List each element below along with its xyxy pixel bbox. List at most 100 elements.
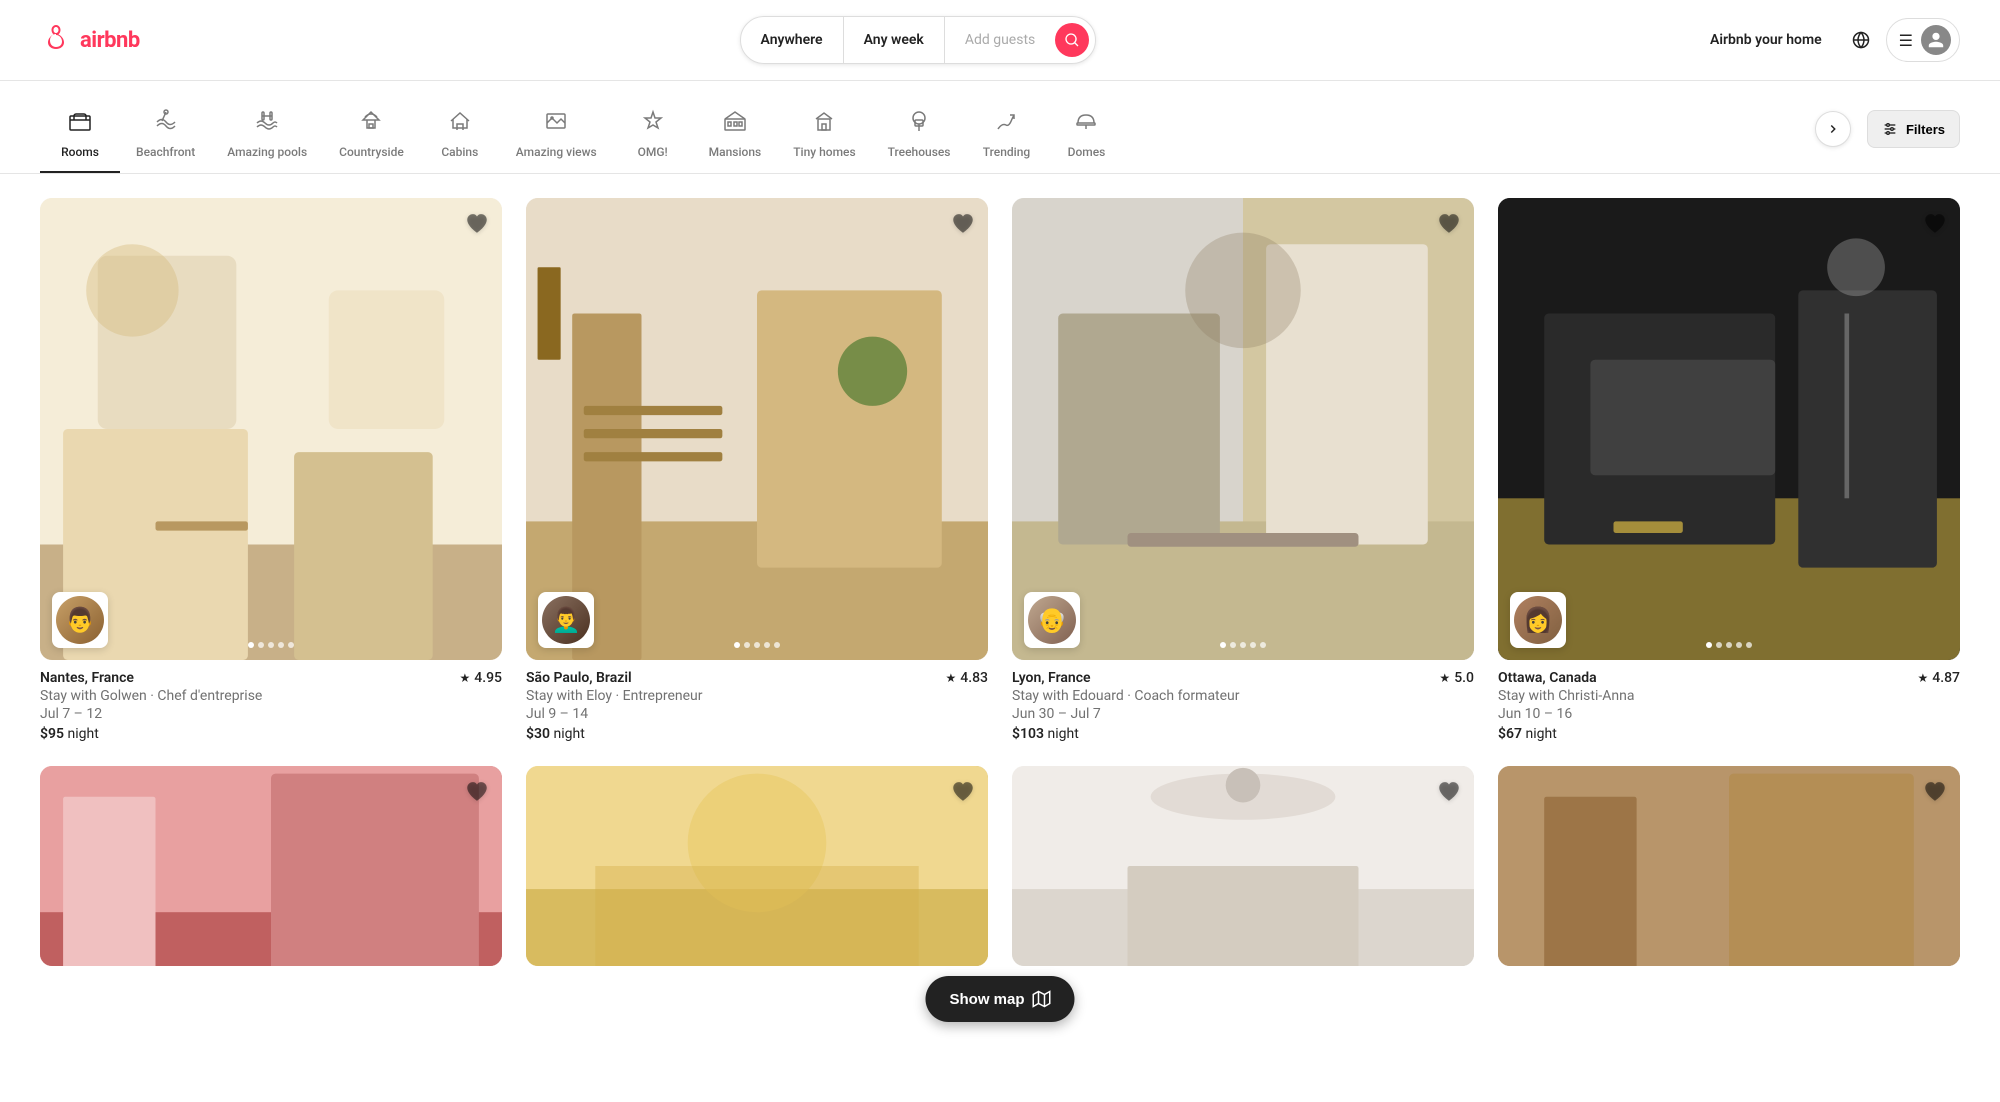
wishlist-button-lyon[interactable] (1436, 210, 1462, 239)
show-map-button[interactable]: Show map (925, 976, 1074, 1022)
wishlist-button-row2a[interactable] (464, 778, 490, 807)
category-rooms[interactable]: Rooms (40, 97, 120, 173)
search-bar: Anywhere Any week Add guests (740, 16, 1097, 64)
wishlist-button-row2b[interactable] (950, 778, 976, 807)
header: airbnb Anywhere Any week Add guests Airb… (0, 0, 2000, 81)
host-avatar-image: 👨 (56, 596, 104, 644)
filters-button[interactable]: Filters (1867, 110, 1960, 148)
language-button[interactable] (1844, 23, 1878, 57)
category-tiny-homes[interactable]: Tiny homes (777, 97, 871, 173)
host-avatar-nantes: 👨 (52, 592, 108, 648)
search-button[interactable] (1055, 23, 1089, 57)
card-location-saopaulo: São Paulo, Brazil (526, 670, 632, 686)
category-mansions[interactable]: Mansions (693, 97, 778, 173)
logo-text: airbnb (80, 28, 140, 53)
card-image-wrapper: 👩 (1498, 198, 1960, 660)
heart-icon (950, 210, 976, 236)
listing-card-row2b[interactable] (526, 766, 988, 966)
star-icon: ★ (945, 671, 956, 685)
cabins-icon (448, 109, 472, 139)
rating-value: 4.95 (474, 670, 502, 686)
image-dots (1706, 642, 1752, 648)
price-unit: night (1047, 726, 1078, 742)
map-icon (1033, 990, 1051, 1008)
omg-icon (641, 109, 665, 139)
logo[interactable]: airbnb (40, 24, 140, 56)
listing-card-lyon[interactable]: 👴 Lyon, France ★ 5.0 (1012, 198, 1474, 742)
location-search[interactable]: Anywhere (741, 17, 844, 63)
card-image-nantes (40, 198, 502, 660)
category-amazing-views[interactable]: Amazing views (500, 97, 613, 173)
rooms-icon (68, 109, 92, 139)
omg-label: OMG! (638, 145, 668, 159)
listing-card-row2a[interactable] (40, 766, 502, 966)
card-host-lyon: Stay with Edouard · Coach formateur (1012, 688, 1474, 704)
wishlist-button-ottawa[interactable] (1922, 210, 1948, 239)
listing-card-row2d[interactable] (1498, 766, 1960, 966)
category-next-arrow[interactable] (1815, 111, 1851, 147)
card-image-row2d (1498, 766, 1960, 966)
category-nav: Rooms Beachfront (0, 81, 2000, 174)
category-countryside[interactable]: Countryside (323, 97, 420, 173)
price-unit: night (67, 726, 98, 742)
tiny-homes-label: Tiny homes (793, 145, 855, 159)
host-avatar-image: 👴 (1028, 596, 1076, 644)
price-unit: night (553, 726, 584, 742)
host-link[interactable]: Airbnb your home (1696, 22, 1836, 58)
category-domes[interactable]: Domes (1046, 97, 1126, 173)
wishlist-button-saopaulo[interactable] (950, 210, 976, 239)
location-label: Anywhere (761, 32, 823, 48)
heart-icon (950, 778, 976, 804)
host-avatar-lyon: 👴 (1024, 592, 1080, 648)
heart-icon (1922, 210, 1948, 236)
domes-label: Domes (1068, 145, 1106, 159)
main-content: 👨 Nantes, France ★ 4.95 (0, 174, 2000, 990)
card-host-saopaulo: Stay with Eloy · Entrepreneur (526, 688, 988, 704)
price-value: $30 (526, 726, 550, 742)
cabins-label: Cabins (441, 145, 478, 159)
card-info-saopaulo: São Paulo, Brazil ★ 4.83 Stay with Eloy … (526, 660, 988, 742)
beachfront-icon (154, 109, 178, 139)
category-treehouses[interactable]: Treehouses (872, 97, 967, 173)
card-image-row2a (40, 766, 502, 966)
countryside-icon (359, 109, 383, 139)
card-price-saopaulo: $30 night (526, 726, 988, 742)
heart-icon (1436, 210, 1462, 236)
wishlist-button-row2c[interactable] (1436, 778, 1462, 807)
rating-value: 5.0 (1454, 670, 1474, 686)
amazing-pools-label: Amazing pools (227, 145, 307, 159)
category-trending[interactable]: Trending (966, 97, 1046, 173)
category-amazing-pools[interactable]: Amazing pools (211, 97, 323, 173)
image-dots (734, 642, 780, 648)
card-location-ottawa: Ottawa, Canada (1498, 670, 1597, 686)
user-menu[interactable]: ☰ (1886, 18, 1960, 62)
category-cabins[interactable]: Cabins (420, 97, 500, 173)
wishlist-button-nantes[interactable] (464, 210, 490, 239)
rooms-label: Rooms (61, 145, 99, 159)
dates-label: Any week (864, 32, 924, 48)
category-items: Rooms Beachfront (40, 97, 1807, 173)
show-map-label: Show map (949, 991, 1024, 1008)
wishlist-button-row2d[interactable] (1922, 778, 1948, 807)
card-rating-saopaulo: ★ 4.83 (945, 670, 988, 686)
listing-card-row2c[interactable] (1012, 766, 1474, 966)
card-dates-ottawa: Jun 10 – 16 (1498, 706, 1960, 722)
listing-card-ottawa[interactable]: 👩 Ottawa, Canada ★ 4.87 (1498, 198, 1960, 742)
price-value: $67 (1498, 726, 1522, 742)
dates-search[interactable]: Any week (844, 17, 945, 63)
guests-search[interactable]: Add guests (945, 17, 1055, 63)
card-dates-saopaulo: Jul 9 – 14 (526, 706, 988, 722)
card-title-row: São Paulo, Brazil ★ 4.83 (526, 670, 988, 686)
category-omg[interactable]: OMG! (613, 97, 693, 173)
heart-icon (1922, 778, 1948, 804)
listing-card-saopaulo[interactable]: 👨‍🦱 São Paulo, Brazil ★ 4.83 (526, 198, 988, 742)
avatar (1921, 25, 1951, 55)
category-beachfront[interactable]: Beachfront (120, 97, 211, 173)
trending-label: Trending (983, 145, 1030, 159)
listing-card-nantes[interactable]: 👨 Nantes, France ★ 4.95 (40, 198, 502, 742)
card-host-nantes: Stay with Golwen · Chef d'entreprise (40, 688, 502, 704)
card-image-row2b (526, 766, 988, 966)
card-title-row: Nantes, France ★ 4.95 (40, 670, 502, 686)
guests-placeholder: Add guests (965, 32, 1035, 48)
countryside-label: Countryside (339, 145, 404, 159)
